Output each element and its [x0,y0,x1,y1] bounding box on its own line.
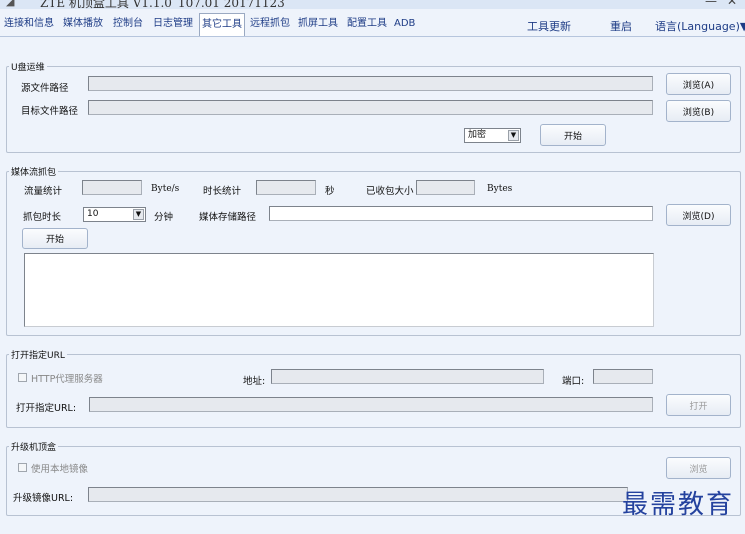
browse-b-button[interactable]: 浏览(B) [666,100,731,122]
tab-screen-capture[interactable]: 抓屏工具 [296,14,340,34]
tab-log-management[interactable]: 日志管理 [151,14,195,34]
received-unit-label: Bytes [487,184,513,194]
tab-bar: 连接和信息 媒体播放 控制台 日志管理 其它工具 远程抓包 抓屏工具 配置工具 … [0,12,745,37]
image-url-input[interactable] [88,487,628,502]
received-size-field [416,180,475,195]
tab-remote-capture[interactable]: 远程抓包 [248,14,292,34]
traffic-stat-field [82,180,142,195]
http-proxy-checkbox[interactable] [18,373,27,382]
local-image-label: 使用本地镜像 [31,464,89,475]
duration-stat-field [256,180,316,195]
encrypt-mode-select[interactable]: 加密 ▼ [464,128,521,143]
capture-duration-value: 10 [87,209,99,219]
capture-duration-select[interactable]: 10 ▼ [83,207,146,222]
tab-other-tools[interactable]: 其它工具 [199,13,245,36]
port-label: 端口: [562,376,585,387]
window-title: ZTE 机顶盒工具 V1.1.0_107.01 20171123 [40,0,285,9]
language-menu[interactable]: 语言(Language)▼ [655,18,745,34]
browse-a-button[interactable]: 浏览(A) [666,73,731,95]
storage-path-label: 媒体存储路径 [199,212,257,223]
tool-update-menu[interactable]: 工具更新 [527,18,571,34]
capture-start-button[interactable]: 开始 [22,228,88,249]
minutes-label: 分钟 [154,212,174,223]
tab-console[interactable]: 控制台 [111,14,145,34]
minimize-icon[interactable]: — [705,0,717,8]
url-group-title: 打开指定URL [9,348,67,361]
close-icon[interactable]: ✕ [727,0,737,8]
upgrade-group-title: 升级机顶盒 [9,440,59,453]
upgrade-browse-button[interactable]: 浏览 [666,457,731,479]
app-icon: ◢ [6,0,15,8]
encrypt-mode-value: 加密 [468,130,487,140]
duration-unit-label: 秒 [325,186,335,197]
title-bar: ◢ ZTE 机顶盒工具 V1.1.0_107.01 20171123 — ✕ [0,0,745,9]
usb-group-title: U盘运维 [9,60,47,73]
open-url-group: 打开指定URL [6,348,741,428]
browse-d-button[interactable]: 浏览(D) [666,204,731,226]
target-path-input[interactable] [88,100,653,115]
address-label: 地址: [243,376,266,387]
duration-stat-label: 时长统计 [203,186,242,197]
storage-path-input[interactable] [269,206,653,221]
tab-connection-info[interactable]: 连接和信息 [2,14,56,34]
traffic-stat-label: 流量统计 [24,186,63,197]
tab-adb[interactable]: ADB [392,14,417,34]
received-size-label: 已收包大小 [366,186,414,197]
source-path-input[interactable] [88,76,653,91]
target-path-label: 目标文件路径 [21,106,79,117]
capture-log-area[interactable] [24,253,654,327]
chevron-down-icon: ▼ [508,130,519,141]
tab-config-tools[interactable]: 配置工具 [345,14,389,34]
open-button[interactable]: 打开 [666,394,731,416]
usb-start-button[interactable]: 开始 [540,124,606,146]
chevron-down-icon: ▼ [133,209,144,220]
port-input[interactable] [593,369,653,384]
address-input[interactable] [271,369,544,384]
watermark-text: 最需教育 [622,490,735,520]
source-path-label: 源文件路径 [21,83,69,94]
capture-duration-label: 抓包时长 [23,212,62,223]
stream-group-title: 媒体流抓包 [9,165,59,178]
traffic-unit-label: Byte/s [151,184,180,194]
image-url-label: 升级镜像URL: [13,493,74,504]
local-image-checkbox[interactable] [18,463,27,472]
http-proxy-label: HTTP代理服务器 [31,374,103,385]
tab-media-play[interactable]: 媒体播放 [61,14,105,34]
restart-menu[interactable]: 重启 [610,18,632,34]
open-url-label: 打开指定URL: [16,403,77,414]
open-url-input[interactable] [89,397,653,412]
